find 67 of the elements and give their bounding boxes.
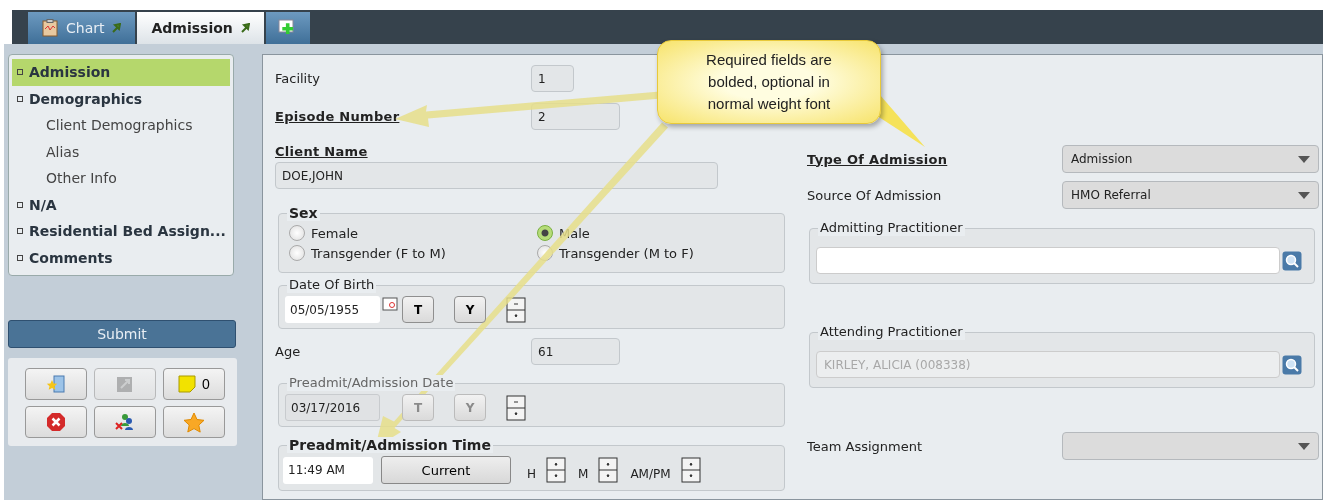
admitting-practitioner-label: Admitting Practitioner	[818, 220, 965, 236]
callout-bubble: Required fields are bolded, optional in normal weight font	[657, 40, 881, 124]
spinner-icon[interactable]	[598, 457, 619, 483]
nav-item[interactable]: N/A	[12, 191, 230, 218]
pin-icon	[112, 23, 122, 33]
attending-practitioner-label: Attending Practitioner	[818, 324, 965, 340]
facility-label: Facility	[275, 71, 322, 86]
pin-icon	[240, 23, 250, 33]
nav-item[interactable]: Admission	[12, 59, 230, 86]
date-of-birth-label: Date Of Birth	[287, 277, 377, 293]
nav-item[interactable]: Demographics	[12, 85, 230, 112]
age-field: 61	[531, 338, 620, 365]
spinner-icon[interactable]	[506, 296, 526, 323]
form-tab[interactable]: Admission	[137, 12, 264, 44]
nav-item[interactable]: Comments	[12, 244, 230, 271]
nav-subitem[interactable]: Client Demographics	[12, 112, 230, 139]
people-icon	[114, 412, 136, 432]
submit-button[interactable]: Submit	[8, 320, 236, 348]
source-of-admission-dropdown[interactable]: HMO Referral	[1062, 181, 1319, 209]
client-name-label: Client Name	[275, 144, 369, 159]
date-shortcut-button[interactable]: T	[402, 296, 434, 323]
calendar-icon	[382, 296, 398, 311]
time-field[interactable]: 11:49 AM	[283, 456, 373, 484]
admitting-practitioner-field[interactable]	[816, 247, 1280, 274]
spinner-label: AM/PM	[630, 467, 671, 481]
preadmit-time-label: Preadmit/Admission Time	[287, 437, 493, 453]
users-button[interactable]	[94, 406, 156, 438]
age-label: Age	[275, 344, 302, 359]
client-name-field: DOE,JOHN	[275, 162, 718, 189]
delete-icon	[46, 412, 66, 432]
facility-field: 1	[531, 65, 574, 92]
clipboard-icon	[42, 19, 58, 37]
note-button[interactable]: 0	[163, 368, 225, 400]
sex-label: Sex	[287, 205, 320, 221]
search-icon[interactable]	[1282, 354, 1302, 375]
sticky-note-icon	[178, 375, 197, 393]
folder-button[interactable]	[25, 368, 87, 400]
type-of-admission-label: Type Of Admission	[807, 151, 949, 167]
spinner-icon[interactable]	[546, 457, 567, 483]
current-button[interactable]: Current	[381, 456, 511, 484]
date-field[interactable]: 05/05/1955	[285, 296, 380, 323]
spinner-label: H	[527, 467, 537, 481]
spinner-icon[interactable]	[506, 394, 526, 421]
nav-item[interactable]: Residential Bed Assign...	[12, 218, 230, 245]
spinner-icon[interactable]	[680, 457, 701, 483]
team-assignment-label: Team Assignment	[807, 438, 924, 454]
radio-option[interactable]: Female	[289, 225, 537, 241]
nav-subitem[interactable]: Other Info	[12, 165, 230, 192]
nav-subitem[interactable]: Alias	[12, 138, 230, 165]
star-button[interactable]	[163, 406, 225, 438]
episode-number-label: Episode Number	[275, 109, 401, 124]
date-shortcut-button[interactable]: Y	[454, 296, 486, 323]
caret-icon	[1298, 155, 1310, 163]
star-icon	[183, 411, 205, 433]
add-tab[interactable]	[265, 12, 310, 44]
folder-star-icon	[46, 374, 66, 394]
search-icon[interactable]	[1282, 250, 1302, 271]
caret-icon	[1298, 442, 1310, 450]
radio-option[interactable]: Male	[537, 225, 787, 241]
source-of-admission-label: Source Of Admission	[807, 187, 943, 203]
caret-icon	[1298, 191, 1310, 199]
delete-button[interactable]	[25, 406, 87, 438]
export-icon	[116, 375, 134, 393]
preadmit-date-label: Preadmit/Admission Date	[287, 375, 456, 391]
radio-option[interactable]: Transgender (F to M)	[289, 245, 537, 261]
type-of-admission-dropdown[interactable]: Admission	[1062, 145, 1319, 173]
spinner-label: M	[578, 467, 589, 481]
